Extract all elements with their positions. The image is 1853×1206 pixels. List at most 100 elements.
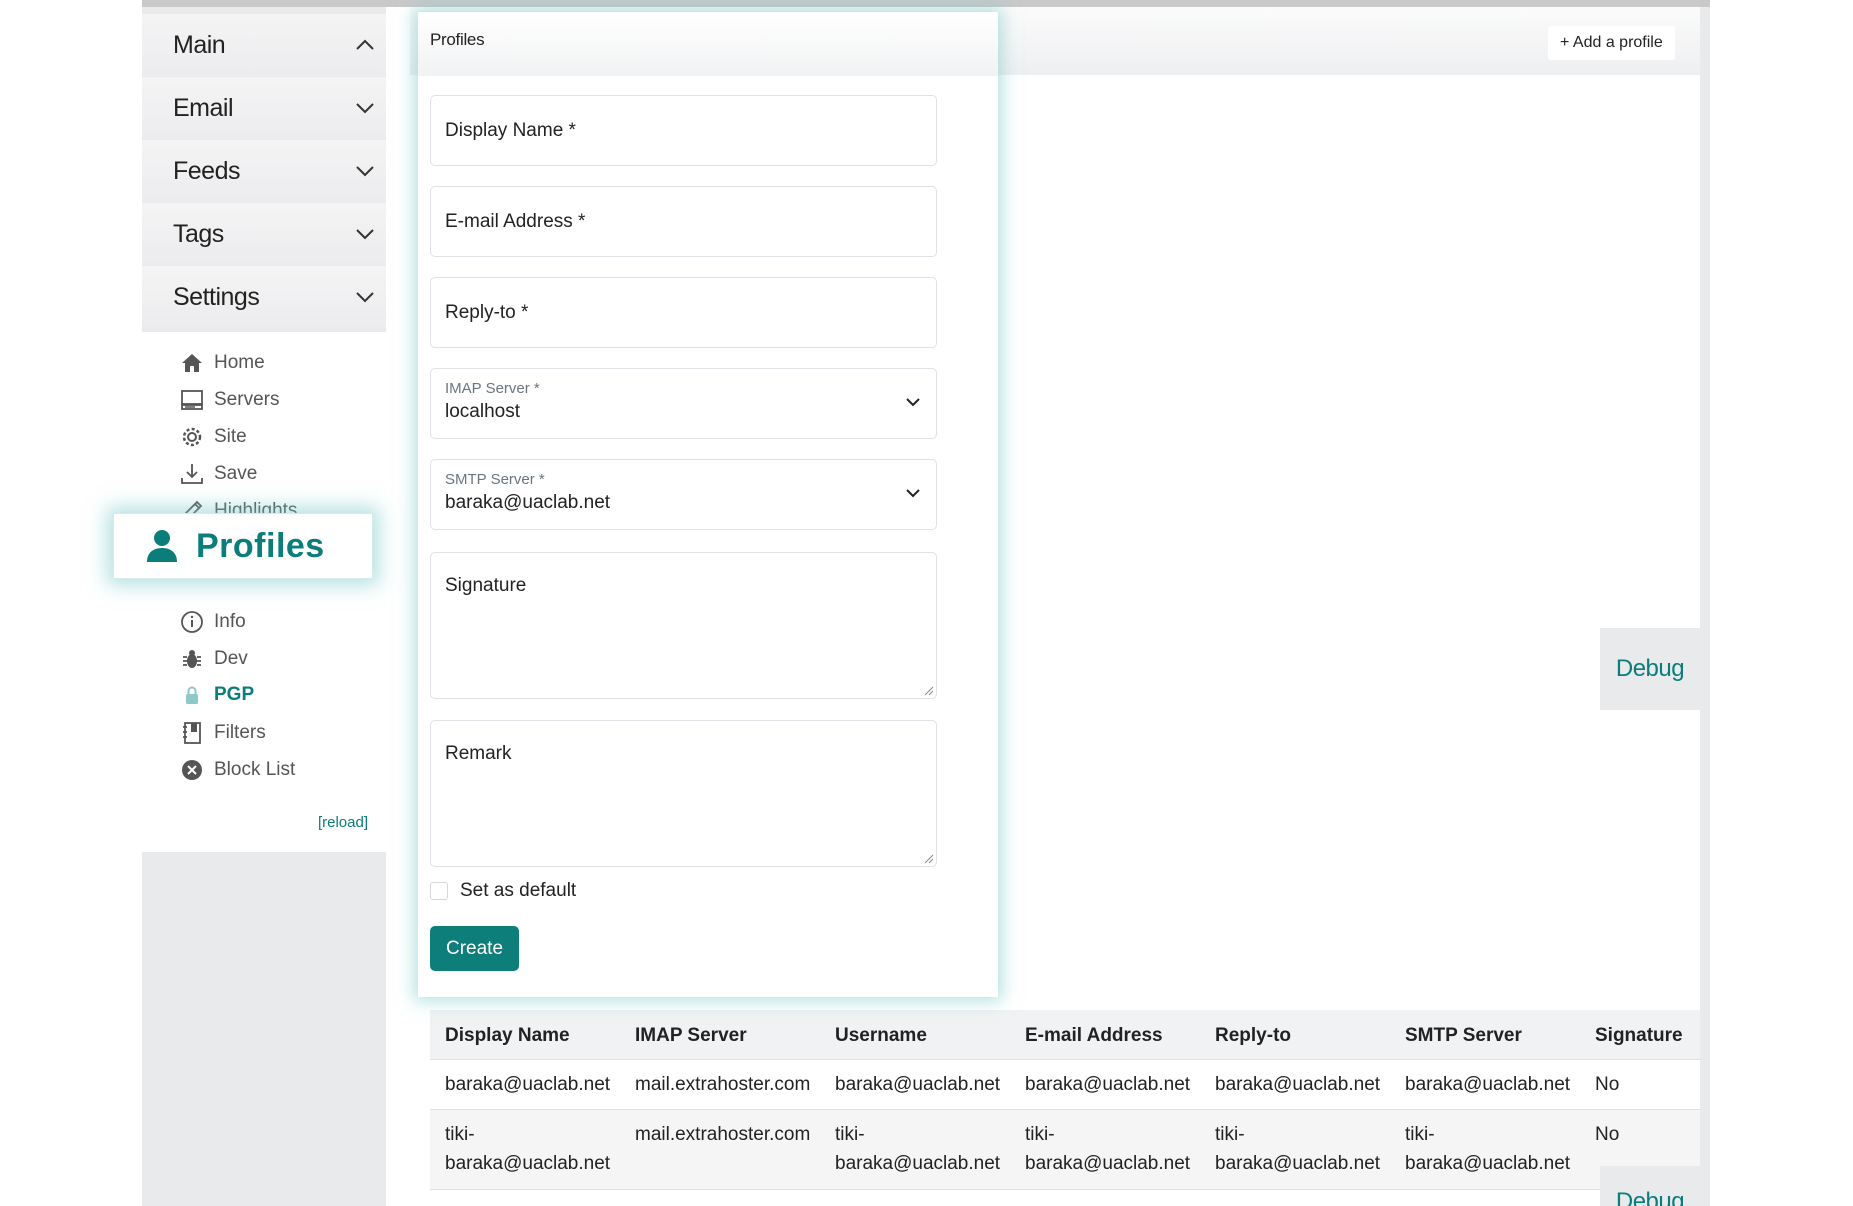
sidebar-item-label: Save (214, 463, 258, 484)
filters-icon (183, 722, 201, 744)
menu-section-email[interactable]: Email (142, 77, 386, 139)
menu-section-settings[interactable]: Settings (142, 266, 386, 328)
menu-section-tags[interactable]: Tags (142, 203, 386, 265)
block-icon (182, 760, 202, 780)
signature-placeholder: Signature (445, 575, 527, 596)
person-icon (147, 530, 177, 562)
table-cell: baraka@uaclab.net (445, 1074, 611, 1095)
menu-section-label: Main (173, 30, 226, 59)
sidebar-item-label: Dev (214, 648, 248, 669)
column-header: Reply-to (1215, 1025, 1291, 1046)
sidebar-item-label: Profiles (196, 526, 325, 565)
table-cell: baraka@uaclab.net (1025, 1153, 1191, 1174)
sidebar-item-info[interactable]: Info (180, 610, 246, 634)
table-header: Display Name IMAP Server Username E-mail… (430, 1010, 1700, 1060)
debug-button[interactable]: Debug (1600, 628, 1700, 710)
smtp-server-value: baraka@uaclab.net (445, 492, 611, 513)
sidebar-item-label: Site (214, 426, 247, 447)
table-cell: No (1595, 1124, 1620, 1145)
sidebar-item-save[interactable]: Save (180, 462, 257, 486)
page: Main Email Feeds Tags Settings Home Serv… (0, 0, 1853, 1206)
table-row[interactable]: baraka@uaclab.net mail.extrahoster.com b… (430, 1060, 1700, 1110)
table-cell: baraka@uaclab.net (1215, 1074, 1381, 1095)
sidebar-item-label: PGP (214, 684, 255, 705)
add-profile-button[interactable]: + Add a profile (1548, 26, 1675, 60)
sidebar-item-servers[interactable]: Servers (180, 388, 279, 412)
column-header: SMTP Server (1405, 1025, 1522, 1046)
sidebar-item-label: Info (214, 611, 246, 632)
reload-link[interactable]: [reload] (318, 814, 368, 831)
imap-server-value: localhost (445, 401, 520, 422)
sidebar-item-label: Block List (214, 759, 296, 780)
table-cell: baraka@uaclab.net (1405, 1074, 1571, 1095)
chevron-down-icon (356, 292, 374, 303)
chevron-down-icon (356, 229, 374, 240)
table-cell: tiki- (445, 1124, 475, 1145)
table-cell: No (1595, 1074, 1620, 1095)
servers-icon (181, 390, 203, 410)
smtp-server-select[interactable]: SMTP Server * baraka@uaclab.net (430, 459, 937, 530)
column-header: Signature (1595, 1025, 1683, 1046)
table-cell: baraka@uaclab.net (445, 1153, 611, 1174)
set-default-checkbox[interactable] (430, 882, 448, 900)
home-icon (182, 354, 202, 372)
sidebar-item-block-list[interactable]: Block List (180, 758, 295, 782)
sidebar-item-home[interactable]: Home (180, 351, 265, 375)
chevron-up-icon (356, 39, 374, 50)
debug-button-secondary[interactable]: Debug (1600, 1166, 1700, 1206)
remark-placeholder: Remark (445, 743, 512, 764)
table-cell: tiki- (1405, 1124, 1435, 1145)
profile-form-card: Profiles Display Name * E-mail Address *… (418, 12, 998, 997)
settings-submenu: Home Servers Site Save Highlights Info D… (142, 332, 386, 852)
menu-section-label: Settings (173, 282, 260, 311)
sidebar-item-dev[interactable]: Dev (180, 647, 248, 671)
reply-to-placeholder: Reply-to * (445, 302, 529, 323)
sidebar-item-site[interactable]: Site (180, 425, 247, 449)
imap-server-select[interactable]: IMAP Server * localhost (430, 368, 937, 439)
card-title: Profiles (430, 30, 485, 49)
table-cell: baraka@uaclab.net (1025, 1074, 1191, 1095)
set-default-row: Set as default (430, 880, 576, 902)
sidebar-item-profiles[interactable]: Profiles (113, 513, 373, 579)
menu-section-main[interactable]: Main (142, 14, 386, 76)
right-strip (1700, 7, 1710, 1206)
top-strip (142, 0, 1710, 7)
resize-grip-icon[interactable] (924, 854, 934, 864)
email-placeholder: E-mail Address * (445, 211, 586, 232)
chevron-down-icon (356, 166, 374, 177)
set-default-label: Set as default (460, 880, 577, 901)
sidebar-item-filters[interactable]: Filters (180, 721, 266, 745)
table-row[interactable]: tiki- baraka@uaclab.net mail.extrahoster… (430, 1110, 1700, 1190)
gear-icon (182, 427, 202, 447)
download-icon (181, 464, 203, 484)
table-cell: mail.extrahoster.com (635, 1074, 811, 1095)
debug-label: Debug (1615, 1188, 1685, 1206)
email-field[interactable]: E-mail Address * (430, 186, 937, 257)
profiles-table: Display Name IMAP Server Username E-mail… (430, 1010, 1700, 1206)
table-cell: tiki- (1025, 1124, 1055, 1145)
display-name-placeholder: Display Name * (445, 120, 576, 141)
smtp-server-label: SMTP Server * (445, 471, 545, 488)
chevron-down-icon (906, 489, 920, 498)
chevron-down-icon (906, 398, 920, 407)
table-cell: baraka@uaclab.net (835, 1153, 1001, 1174)
menu-section-feeds[interactable]: Feeds (142, 140, 386, 202)
table-cell: baraka@uaclab.net (1215, 1153, 1381, 1174)
menu-section-label: Feeds (173, 156, 240, 185)
signature-textarea[interactable]: Signature (430, 552, 937, 699)
display-name-field[interactable]: Display Name * (430, 95, 937, 166)
table-cell: mail.extrahoster.com (635, 1124, 811, 1145)
info-icon (181, 611, 203, 633)
remark-textarea[interactable]: Remark (430, 720, 937, 867)
imap-server-label: IMAP Server * (445, 380, 540, 397)
column-header: IMAP Server (635, 1025, 747, 1046)
chevron-down-icon (356, 103, 374, 114)
table-cell: tiki- (835, 1124, 865, 1145)
bug-icon (183, 650, 201, 668)
create-button[interactable]: Create (430, 926, 519, 971)
sidebar-item-label: Filters (214, 722, 266, 743)
sidebar-item-pgp[interactable]: PGP (180, 683, 254, 707)
resize-grip-icon[interactable] (924, 686, 934, 696)
column-header: Display Name (445, 1025, 570, 1046)
reply-to-field[interactable]: Reply-to * (430, 277, 937, 348)
